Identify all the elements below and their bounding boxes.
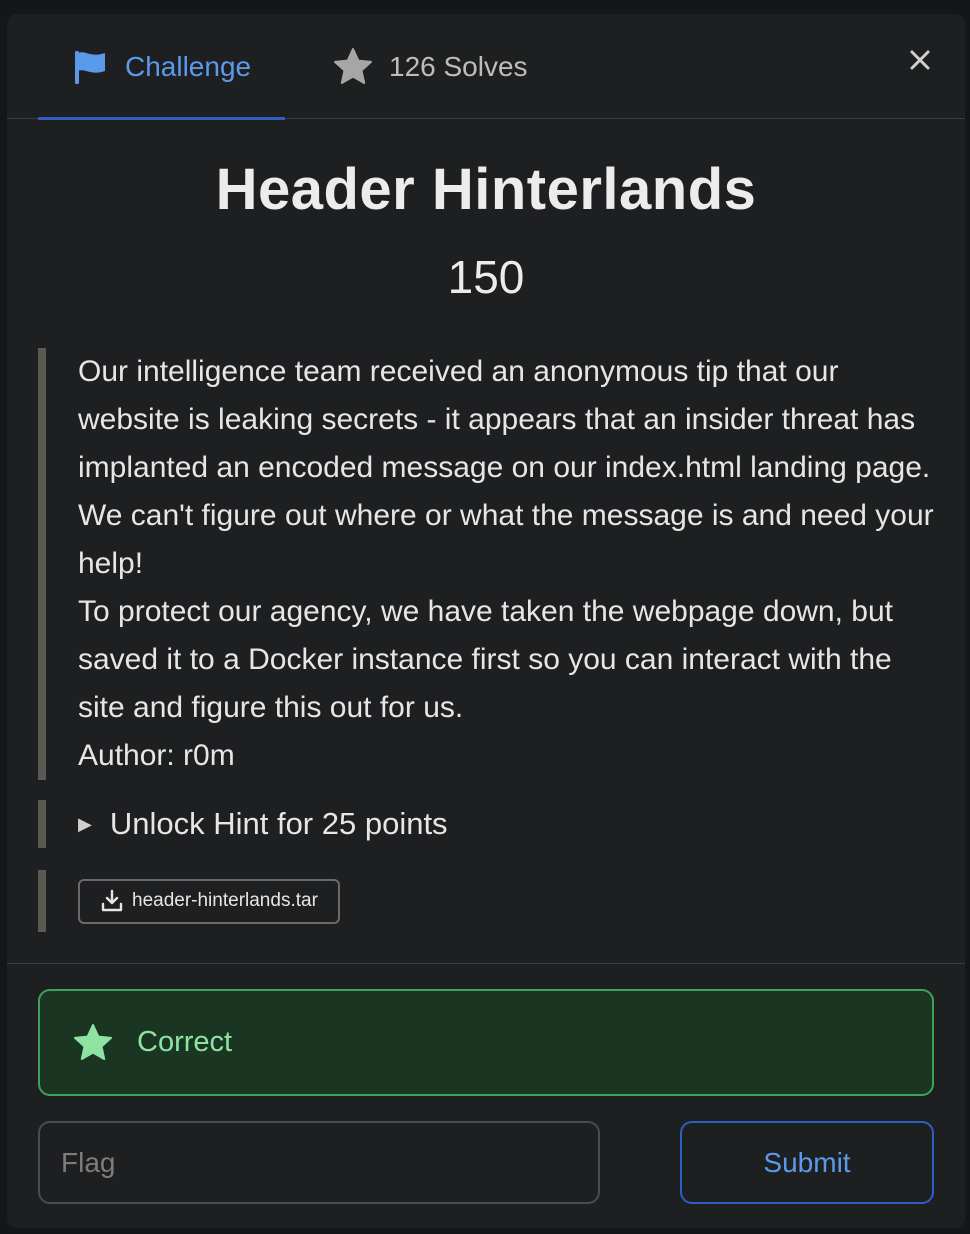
unlock-hint-toggle[interactable]: ▶ Unlock Hint for 25 points: [38, 800, 448, 848]
submit-button[interactable]: Submit: [680, 1121, 934, 1204]
challenge-description: Our intelligence team received an anonym…: [38, 348, 938, 780]
divider: [7, 963, 965, 964]
tab-bar: Challenge 126 Solves: [7, 14, 965, 120]
tab-challenge[interactable]: Challenge: [38, 14, 285, 120]
description-paragraph: Our intelligence team received an anonym…: [78, 355, 934, 580]
tab-solves[interactable]: 126 Solves: [333, 14, 563, 119]
disclosure-triangle-icon: ▶: [78, 813, 92, 834]
close-button[interactable]: [908, 48, 932, 72]
unlock-hint-label: Unlock Hint for 25 points: [109, 806, 448, 841]
challenge-points: 150: [447, 251, 525, 303]
author-line: Author: r0m: [78, 739, 235, 772]
file-list: header-hinterlands.tar: [38, 870, 340, 932]
description-paragraph: To protect our agency, we have taken the…: [78, 595, 893, 724]
tab-solves-label: 126 Solves: [389, 50, 528, 82]
flag-icon: [75, 50, 105, 84]
challenge-modal: Challenge 126 Solves Header Hinterlands …: [7, 14, 965, 1228]
file-name: header-hinterlands.tar: [132, 890, 318, 911]
star-icon: [74, 1023, 112, 1060]
download-file-button[interactable]: header-hinterlands.tar: [78, 878, 340, 924]
challenge-title: Header Hinterlands: [215, 157, 757, 222]
flag-input[interactable]: [38, 1121, 600, 1204]
star-icon: [334, 47, 372, 84]
tab-challenge-label: Challenge: [125, 50, 252, 82]
download-icon: [101, 889, 123, 912]
close-icon: [910, 50, 930, 70]
alert-label: Correct: [137, 1026, 233, 1058]
active-tab-indicator: [38, 117, 285, 120]
correct-alert: Correct: [38, 989, 934, 1096]
